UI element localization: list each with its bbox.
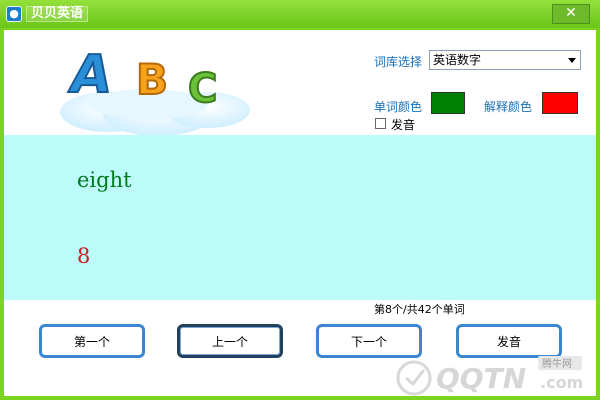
dict-select-value: 英语数字 <box>433 53 482 67</box>
qqtn-watermark-logo: QQTN .com 腾牛网 <box>396 356 583 396</box>
close-icon: ✕ <box>565 5 577 21</box>
word-display-panel: eight 8 <box>4 135 596 300</box>
current-word: eight <box>77 168 132 192</box>
svg-text:C: C <box>188 66 217 112</box>
chevron-down-icon <box>568 58 576 63</box>
explain-color-swatch[interactable] <box>542 92 578 114</box>
close-button[interactable]: ✕ <box>552 4 590 24</box>
dict-select[interactable]: 英语数字 <box>429 50 581 70</box>
word-color-label: 单词颜色 <box>374 100 423 114</box>
explain-color-label: 解释颜色 <box>484 100 533 114</box>
first-button[interactable]: 第一个 <box>39 324 145 358</box>
svg-text:腾牛网: 腾牛网 <box>542 357 572 370</box>
pronounce-checkbox[interactable] <box>375 118 386 129</box>
svg-text:.com: .com <box>540 373 583 392</box>
app-window: ● 贝贝英语 ✕ A B C 词库选择 英语数字 单词颜色 解释颜色 发音 ei… <box>0 0 600 400</box>
dict-label: 词库选择 <box>374 55 423 69</box>
prev-button[interactable]: 上一个 <box>177 324 283 358</box>
word-color-swatch[interactable] <box>431 92 465 114</box>
word-counter: 第8个/共42个单词 <box>374 303 465 316</box>
pronounce-checkbox-label: 发音 <box>391 118 416 132</box>
svg-text:B: B <box>136 55 168 104</box>
app-icon: ● <box>6 6 22 22</box>
client-area: A B C 词库选择 英语数字 单词颜色 解释颜色 发音 eight 8 第8个… <box>4 30 596 396</box>
svg-text:QQTN: QQTN <box>436 362 526 395</box>
current-meaning: 8 <box>77 244 91 268</box>
window-title: 贝贝英语 <box>26 6 89 22</box>
abc-cloud-logo: A B C <box>60 43 250 136</box>
title-bar: ● 贝贝英语 ✕ <box>0 0 600 28</box>
